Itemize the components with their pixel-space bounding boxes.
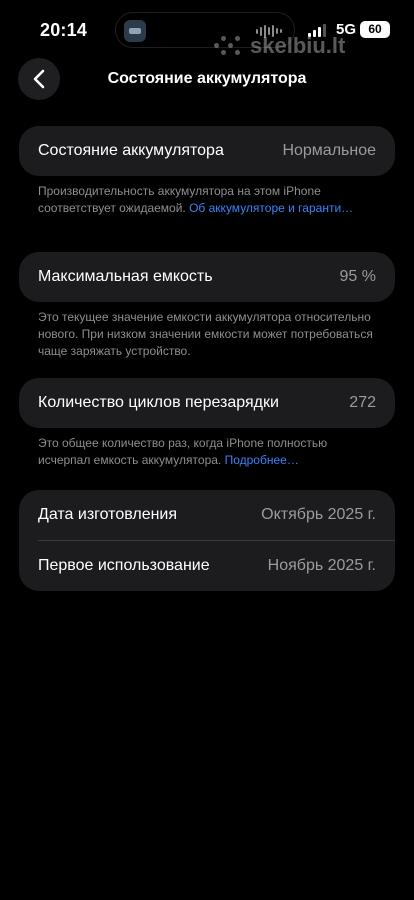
status-bar: 20:14 5G 60 skelbiu.lt <box>0 0 414 59</box>
battery-health-screen: 20:14 5G 60 skelbiu.lt Состояние аккумул… <box>0 0 414 900</box>
watermark-text: skelbiu.lt <box>250 33 346 58</box>
max-capacity-row: Максимальная емкость 95 % <box>19 252 395 302</box>
battery-condition-card: Состояние аккумулятора Нормальное <box>19 126 395 176</box>
cycle-count-value: 272 <box>349 394 376 411</box>
dates-card: Дата изготовления Октябрь 2025 г. Первое… <box>19 490 395 591</box>
chevron-left-icon <box>33 69 45 89</box>
battery-indicator: 60 <box>360 21 390 38</box>
more-info-link[interactable]: Подробнее… <box>225 453 299 467</box>
max-capacity-label: Максимальная емкость <box>38 268 213 285</box>
first-use-row: Первое использование Ноябрь 2025 г. <box>19 541 395 591</box>
battery-condition-label: Состояние аккумулятора <box>38 142 224 159</box>
live-activity-app-icon <box>124 20 146 42</box>
battery-warranty-link[interactable]: Об аккумуляторе и гаранти… <box>189 201 353 215</box>
manufacture-date-label: Дата изготовления <box>38 506 178 523</box>
watermark: skelbiu.lt <box>214 33 345 59</box>
first-use-value: Ноябрь 2025 г. <box>267 557 376 574</box>
battery-condition-value: Нормальное <box>282 142 376 159</box>
first-use-label: Первое использование <box>38 557 210 574</box>
cycle-count-footnote: Это общее количество раз, когда iPhone п… <box>38 435 378 469</box>
cycle-count-card: Количество циклов перезарядки 272 <box>19 378 395 428</box>
battery-condition-footnote: Производительность аккумулятора на этом … <box>38 183 378 217</box>
page-title: Состояние аккумулятора <box>107 70 307 87</box>
manufacture-date-row: Дата изготовления Октябрь 2025 г. <box>19 490 395 540</box>
watermark-logo-icon <box>214 33 244 59</box>
cycle-count-label: Количество циклов перезарядки <box>38 394 279 411</box>
status-time: 20:14 <box>40 20 88 40</box>
max-capacity-value: 95 % <box>339 268 376 285</box>
battery-condition-row: Состояние аккумулятора Нормальное <box>19 126 395 176</box>
back-button[interactable] <box>18 58 60 100</box>
manufacture-date-value: Октябрь 2025 г. <box>261 506 376 523</box>
max-capacity-card: Максимальная емкость 95 % <box>19 252 395 302</box>
max-capacity-footnote: Это текущее значение емкости аккумулятор… <box>38 310 373 358</box>
cycle-count-row: Количество циклов перезарядки 272 <box>19 378 395 428</box>
